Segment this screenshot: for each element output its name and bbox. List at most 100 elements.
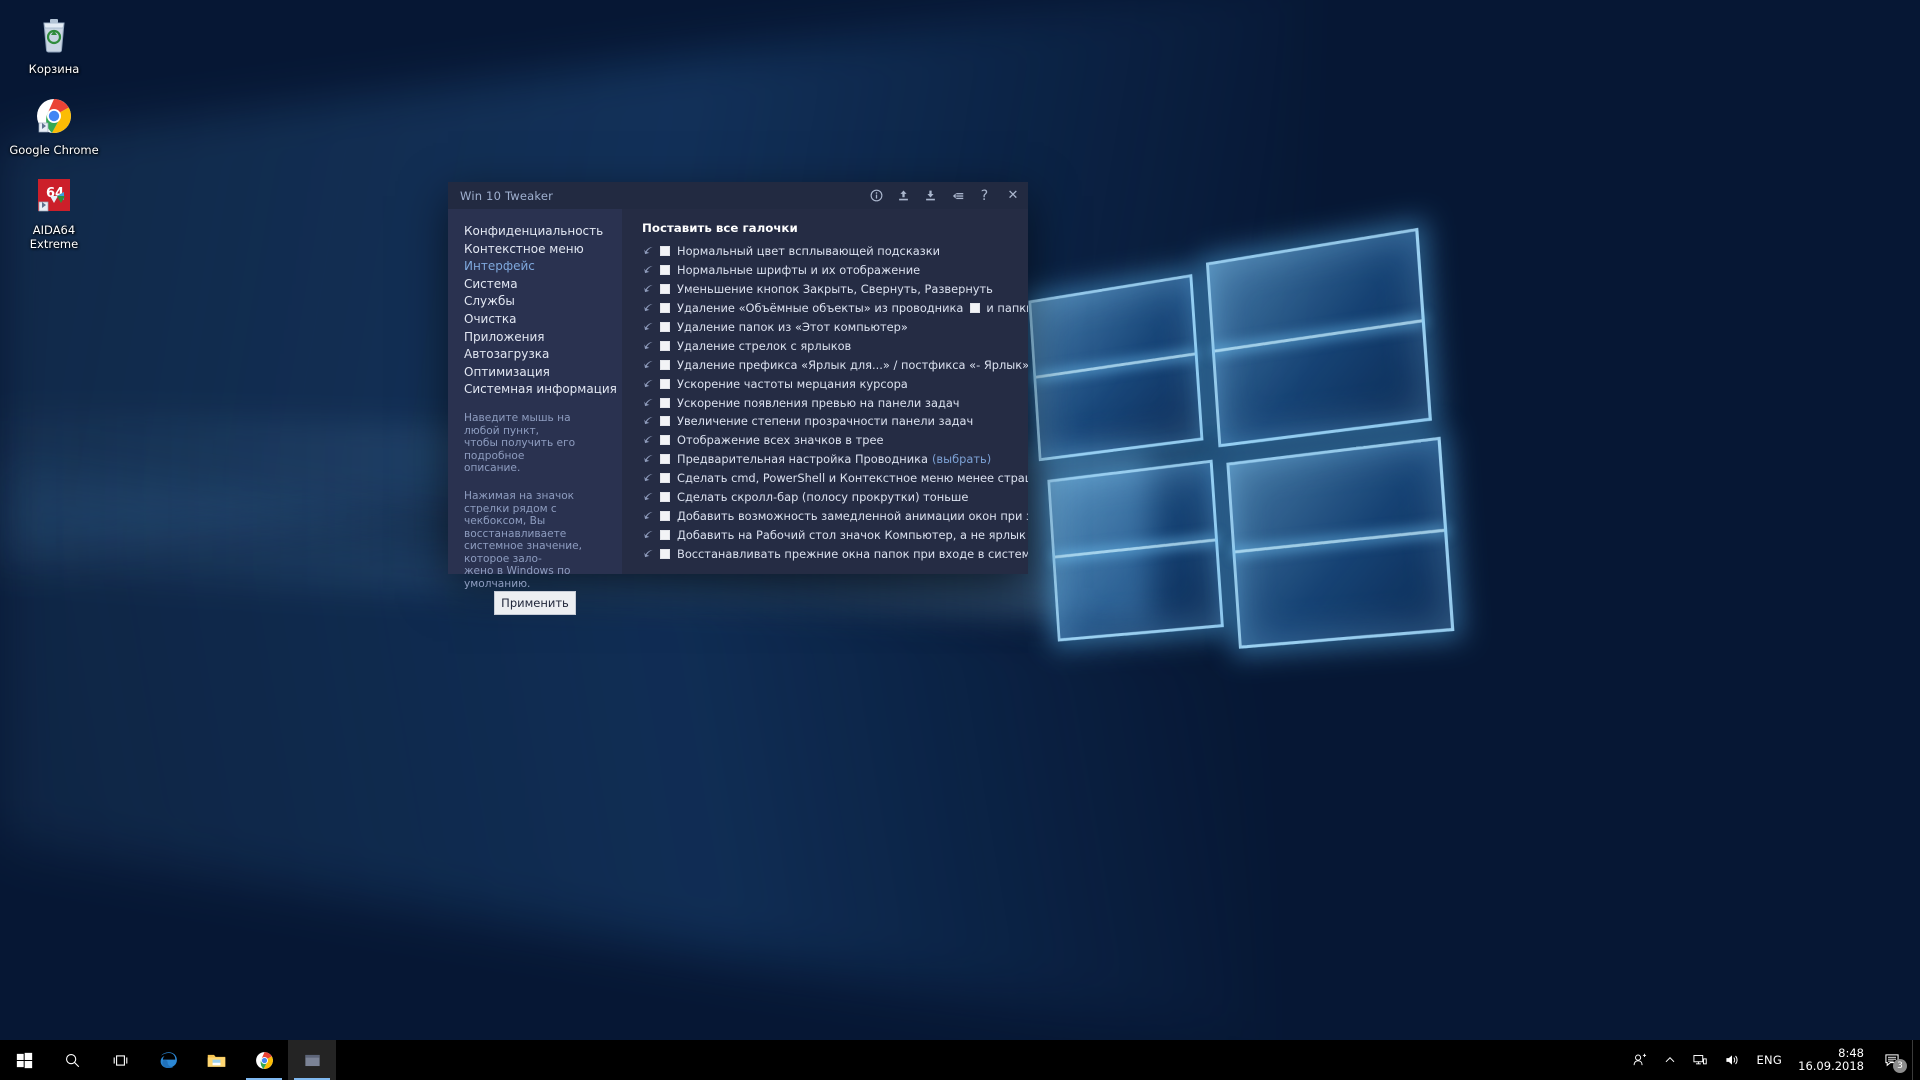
tweak-checkbox[interactable] [660, 378, 670, 389]
system-tray: ENG 8:48 16.09.2018 3 [1624, 1040, 1920, 1080]
revert-arrow-icon[interactable] [642, 528, 655, 541]
tweak-checkbox[interactable] [660, 359, 670, 370]
revert-arrow-icon[interactable] [642, 377, 655, 390]
info-icon[interactable] [863, 182, 890, 209]
tweak-row[interactable]: Уменьшение кнопок Закрыть, Свернуть, Раз… [622, 280, 1028, 299]
revert-arrow-icon[interactable] [642, 339, 655, 352]
tweak-row[interactable]: Нормальные шрифты и их отображение [622, 261, 1028, 280]
edge-button[interactable] [144, 1040, 192, 1080]
tweak-select-link[interactable]: (выбрать) [932, 452, 991, 466]
tweak-row[interactable]: Удаление «Объёмные объекты» из проводник… [622, 299, 1028, 318]
desktop-icon-recycle-bin[interactable]: Корзина [6, 6, 102, 81]
tweak-row[interactable]: Восстанавливать прежние окна папок при в… [622, 544, 1028, 563]
sidebar-item-apps[interactable]: Приложения [464, 329, 622, 347]
desktop-icon-aida64-extreme[interactable]: 64 AIDA64 Extreme [6, 167, 102, 255]
revert-arrow-icon[interactable] [642, 396, 655, 409]
tweak-row[interactable]: Добавить на Рабочий стол значок Компьюте… [622, 525, 1028, 544]
tweak-row[interactable]: Ускорение частоты мерцания курсора [622, 374, 1028, 393]
tweak-checkbox[interactable] [660, 473, 670, 484]
list-icon[interactable] [944, 182, 971, 209]
check-all-label[interactable]: Поставить все галочки [622, 219, 1028, 242]
revert-arrow-icon[interactable] [642, 547, 655, 560]
tweaker-button[interactable] [288, 1040, 336, 1080]
sidebar-item-services[interactable]: Службы [464, 293, 622, 311]
apply-button[interactable]: Применить [494, 590, 576, 615]
revert-arrow-icon[interactable] [642, 264, 655, 277]
tweak-row[interactable]: Предварительная настройка Проводника (выб… [622, 450, 1028, 469]
help-icon[interactable]: ? [971, 182, 998, 209]
tweak-checkbox[interactable] [660, 454, 670, 465]
revert-arrow-icon[interactable] [642, 491, 655, 504]
volume-icon[interactable] [1716, 1040, 1748, 1080]
desktop-icon-google-chrome[interactable]: Google Chrome [6, 87, 102, 162]
tweak-row[interactable]: Увеличение степени прозрачности панели з… [622, 412, 1028, 431]
revert-arrow-icon[interactable] [642, 415, 655, 428]
tweak-row[interactable]: Удаление папок из «Этот компьютер» [622, 318, 1028, 337]
sidebar-item-privacy[interactable]: Конфиденциальность [464, 223, 622, 241]
chevron-up-icon[interactable] [1656, 1040, 1684, 1080]
tweak-checkbox[interactable] [660, 529, 670, 540]
tweak-checkbox[interactable] [660, 397, 670, 408]
explorer-button[interactable] [192, 1040, 240, 1080]
sidebar-item-optimization[interactable]: Оптимизация [464, 364, 622, 382]
wallpaper-windows-logo [1022, 227, 1457, 649]
language-indicator[interactable]: ENG [1748, 1040, 1790, 1080]
tweak-checkbox[interactable] [660, 492, 670, 503]
win10-tweaker-window[interactable]: Win 10 Tweaker ? ✕ Конфиденциальность Ко… [448, 182, 1028, 615]
people-icon[interactable] [1624, 1040, 1656, 1080]
revert-arrow-icon[interactable] [642, 302, 655, 315]
sidebar-item-context-menu[interactable]: Контекстное меню [464, 241, 622, 259]
desktop[interactable]: Корзина Google Chrome 64 AIDA64 Extreme … [0, 0, 1920, 1080]
taskbar[interactable]: ENG 8:48 16.09.2018 3 [0, 1040, 1920, 1080]
tweak-row[interactable]: Отображение всех значков в трее [622, 431, 1028, 450]
revert-arrow-icon[interactable] [642, 283, 655, 296]
sidebar-item-interface[interactable]: Интерфейс [464, 258, 622, 276]
tweak-checkbox[interactable] [660, 265, 670, 276]
tweak-checkbox[interactable] [660, 303, 670, 314]
revert-arrow-icon[interactable] [642, 472, 655, 485]
tweak-checkbox[interactable] [660, 322, 670, 332]
tweak-extra-label: и папки [986, 301, 1028, 316]
tweak-checkbox[interactable] [660, 340, 670, 351]
clock[interactable]: 8:48 16.09.2018 [1790, 1040, 1876, 1080]
window-titlebar[interactable]: Win 10 Tweaker ? ✕ [448, 182, 1028, 209]
tweak-checkbox[interactable] [660, 435, 670, 446]
sidebar-item-cleanup[interactable]: Очистка [464, 311, 622, 329]
sidebar-hint-revert: Нажимая на значок стрелки рядом с чекбок… [464, 489, 583, 591]
import-icon[interactable] [917, 182, 944, 209]
tweak-checkbox[interactable] [660, 510, 670, 521]
task-view-button[interactable] [96, 1040, 144, 1080]
revert-arrow-icon[interactable] [642, 434, 655, 447]
network-icon[interactable] [1684, 1040, 1716, 1080]
search-button[interactable] [48, 1040, 96, 1080]
tweak-row[interactable]: Добавить возможность замедленной анимаци… [622, 506, 1028, 525]
tweak-row[interactable]: Сделать скролл-бар (полосу прокрутки) то… [622, 488, 1028, 507]
titlebar-actions: ? ✕ [863, 182, 1028, 209]
sidebar-item-system-info[interactable]: Системная информация [464, 381, 622, 399]
notification-center-button[interactable]: 3 [1876, 1040, 1912, 1080]
revert-arrow-icon[interactable] [642, 321, 655, 334]
tweak-row[interactable]: Ускорение появления превью на панели зад… [622, 393, 1028, 412]
tweak-row[interactable]: Удаление префикса «Ярлык для...» / постф… [622, 355, 1028, 374]
tweak-row[interactable]: Удаление стрелок с ярлыков [622, 336, 1028, 355]
tweak-checkbox[interactable] [660, 416, 670, 427]
start-button[interactable] [0, 1040, 48, 1080]
tweak-checkbox[interactable] [660, 284, 670, 295]
desktop-icon-label: Google Chrome [9, 142, 99, 157]
tweak-row[interactable]: Нормальный цвет всплывающей подсказки [622, 242, 1028, 261]
tweak-extra-checkbox[interactable] [970, 303, 981, 314]
chrome-button[interactable] [240, 1040, 288, 1080]
tweak-row[interactable]: Сделать cmd, PowerShell и Контекстное ме… [622, 469, 1028, 488]
export-icon[interactable] [890, 182, 917, 209]
revert-arrow-icon[interactable] [642, 245, 655, 258]
close-icon[interactable]: ✕ [998, 182, 1028, 209]
revert-arrow-icon[interactable] [642, 509, 655, 522]
tweak-checkbox[interactable] [660, 246, 670, 257]
revert-arrow-icon[interactable] [642, 453, 655, 466]
tweak-label: Ускорение частоты мерцания курсора [677, 376, 908, 391]
sidebar-item-system[interactable]: Система [464, 276, 622, 294]
tweak-checkbox[interactable] [660, 548, 670, 559]
sidebar-item-startup[interactable]: Автозагрузка [464, 346, 622, 364]
revert-arrow-icon[interactable] [642, 358, 655, 371]
show-desktop-button[interactable] [1912, 1040, 1920, 1080]
